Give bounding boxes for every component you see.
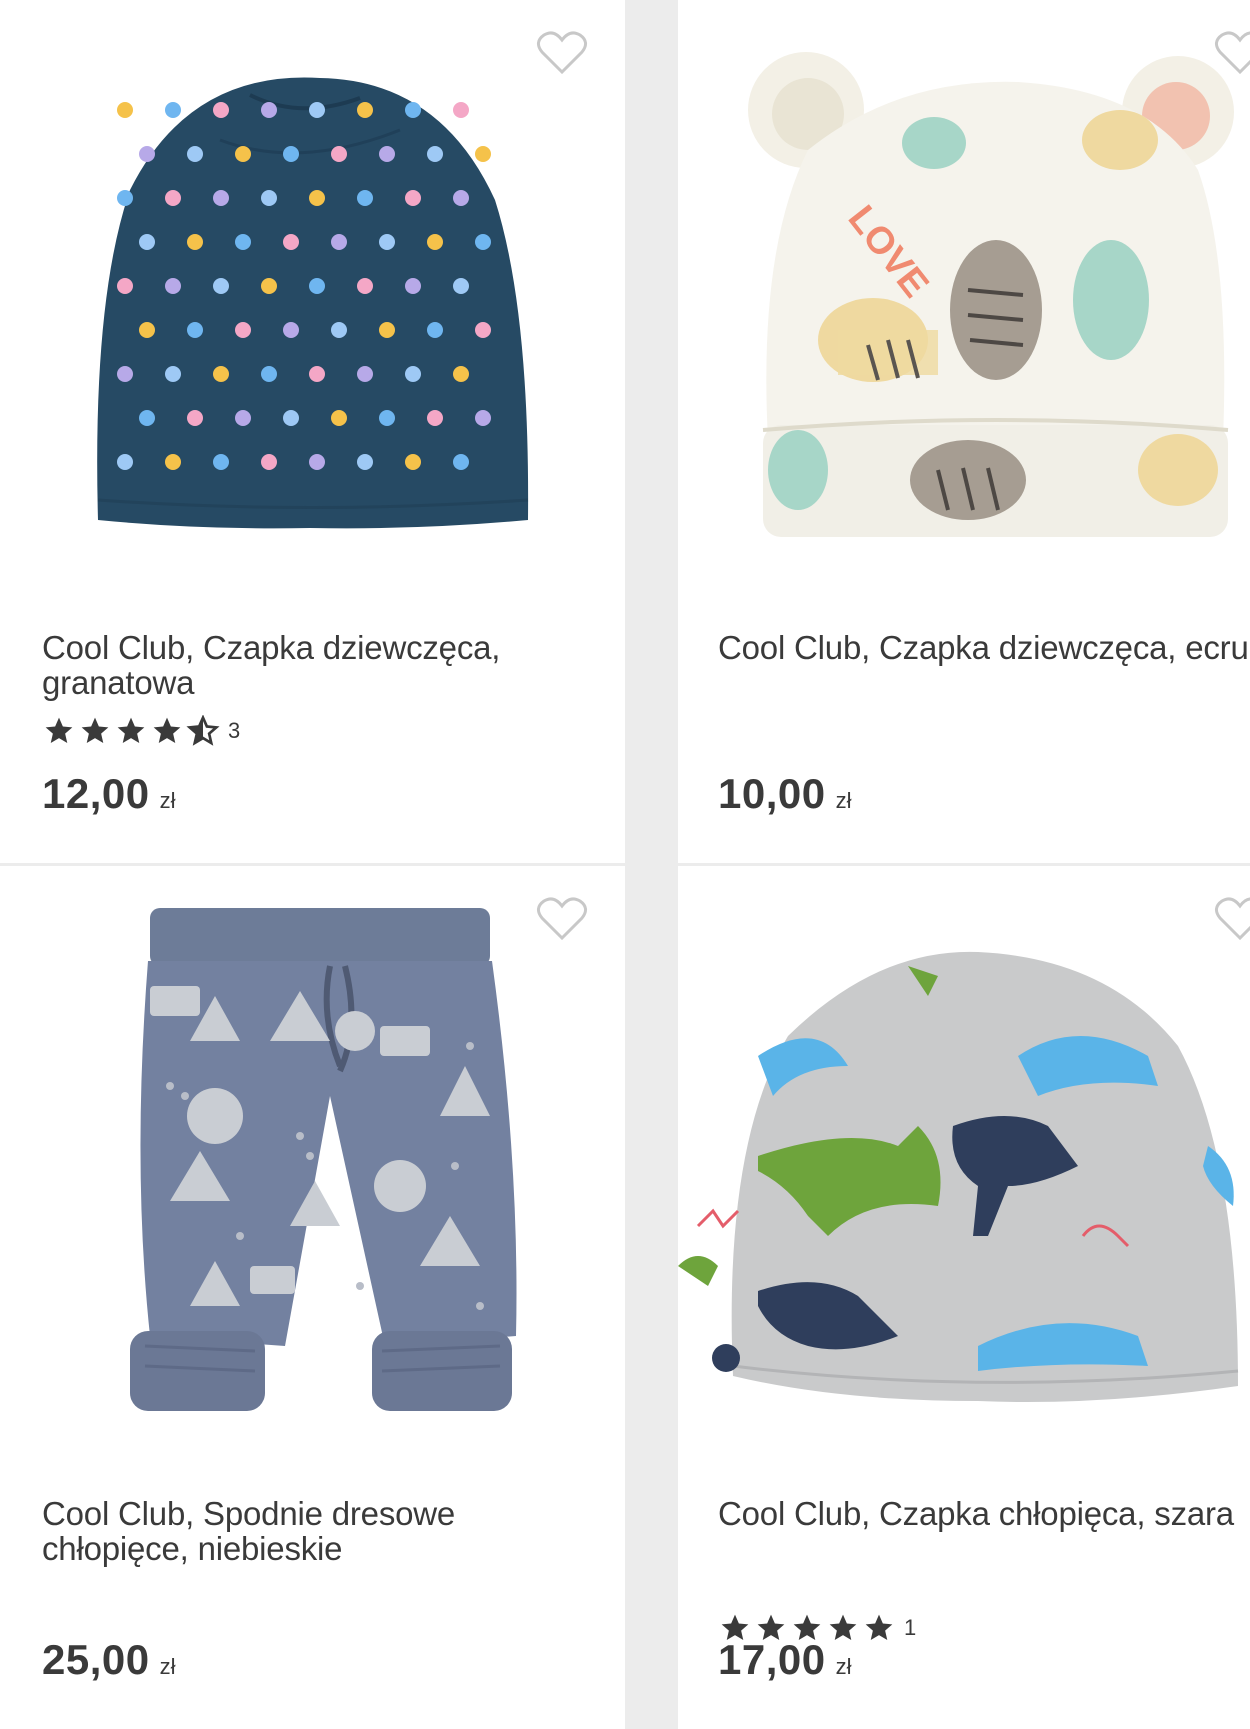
product-card[interactable]: Cool Club, Spodnie dresowe chłopięce, ni… <box>0 866 625 1729</box>
star-half-icon <box>186 715 220 746</box>
favorite-heart-icon[interactable] <box>1214 30 1250 76</box>
product-image-ecru-hat[interactable]: LOVE <box>678 0 1250 600</box>
price-value: 10,00 <box>718 770 826 817</box>
rating-count: 3 <box>228 718 241 743</box>
price-currency: zł <box>159 788 176 813</box>
price-currency: zł <box>835 1654 852 1679</box>
product-title[interactable]: Cool Club, Spodnie dresowe chłopięce, ni… <box>42 1496 582 1566</box>
favorite-heart-icon[interactable] <box>536 30 588 76</box>
product-title[interactable]: Cool Club, Czapka dziewczęca, ecru <box>718 630 1250 665</box>
product-image-grey-dino-beanie[interactable] <box>678 866 1250 1466</box>
star-full-icon <box>81 717 109 743</box>
price-currency: zł <box>835 788 852 813</box>
star-full-icon <box>117 717 145 743</box>
price-value: 25,00 <box>42 1636 150 1683</box>
price-value: 12,00 <box>42 770 150 817</box>
favorite-heart-icon[interactable] <box>536 896 588 942</box>
star-full-icon <box>153 717 181 743</box>
product-price: 10,00 zł <box>718 770 852 818</box>
product-image-navy-beanie[interactable] <box>0 0 625 600</box>
product-grid: Cool Club, Czapka dziewczęca, granatowa … <box>0 0 1250 1729</box>
product-card[interactable]: Cool Club, Czapka dziewczęca, granatowa … <box>0 0 625 863</box>
favorite-heart-icon[interactable] <box>1214 896 1250 942</box>
price-currency: zł <box>159 1654 176 1679</box>
product-title[interactable]: Cool Club, Czapka dziewczęca, granatowa <box>42 630 582 700</box>
product-price: 25,00 zł <box>42 1636 176 1684</box>
product-card[interactable]: Cool Club, Czapka chłopięca, szara 1 17,… <box>678 866 1250 1729</box>
product-rating: 3 <box>42 715 240 747</box>
price-value: 17,00 <box>718 1636 826 1683</box>
star-full-icon <box>865 1614 893 1640</box>
product-price: 17,00 zł <box>718 1636 852 1684</box>
product-title[interactable]: Cool Club, Czapka chłopięca, szara <box>718 1496 1250 1531</box>
star-full-icon <box>45 717 73 743</box>
product-price: 12,00 zł <box>42 770 176 818</box>
product-card[interactable]: LOVE Cool Club, Czapka dziewczęca, ecru … <box>678 0 1250 863</box>
product-image-blue-sweatpants[interactable] <box>0 866 625 1466</box>
rating-count: 1 <box>904 1615 917 1640</box>
